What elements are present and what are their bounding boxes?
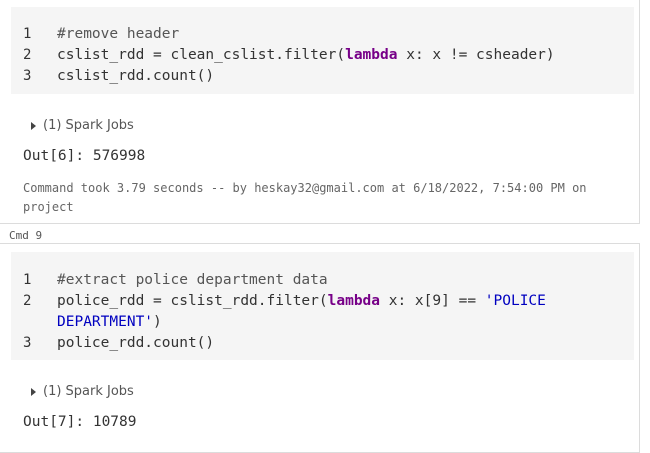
code-editor[interactable]: 1 #remove header 2 cslist_rdd = clean_cs…: [11, 7, 634, 94]
spark-jobs-toggle[interactable]: (1) Spark Jobs: [31, 118, 134, 133]
line-number: 3: [23, 335, 32, 351]
command-meta-line: project: [23, 200, 74, 214]
spark-jobs-toggle[interactable]: (1) Spark Jobs: [31, 384, 134, 399]
code-line: cslist_rdd = clean_cslist.filter(lambda …: [57, 47, 555, 63]
line-number: 2: [23, 47, 32, 63]
expand-triangle-icon: [31, 121, 36, 130]
code-comment: #extract police department data: [57, 272, 328, 288]
code-editor[interactable]: 1 #extract police department data 2 poli…: [11, 252, 634, 360]
code-comment: #remove header: [57, 26, 180, 42]
cmd-label: Cmd 9: [9, 229, 43, 242]
command-meta: Command took 3.79 seconds -- by heskay32…: [23, 179, 623, 217]
code-line: police_rdd.count(): [57, 335, 215, 351]
cell-output: Out[7]: 10789: [23, 414, 137, 430]
code-line: police_rdd = cslist_rdd.filter(lambda x:…: [57, 293, 546, 309]
line-number: 1: [23, 26, 32, 42]
cell-output: Out[6]: 576998: [23, 148, 146, 164]
expand-triangle-icon: [31, 387, 36, 396]
command-meta-line: Command took 3.79 seconds -- by heskay32…: [23, 181, 587, 195]
notebook-cell-bottom[interactable]: 1 #extract police department data 2 poli…: [0, 243, 640, 453]
spark-jobs-label: (1) Spark Jobs: [43, 118, 134, 133]
line-number: 1: [23, 272, 32, 288]
spark-jobs-label: (1) Spark Jobs: [43, 384, 134, 399]
line-number: 3: [23, 68, 32, 84]
line-number: 2: [23, 293, 32, 309]
notebook-cell-top[interactable]: 1 #remove header 2 cslist_rdd = clean_cs…: [0, 0, 640, 224]
code-line-wrap: DEPARTMENT'): [57, 314, 162, 330]
code-line: cslist_rdd.count(): [57, 68, 215, 84]
